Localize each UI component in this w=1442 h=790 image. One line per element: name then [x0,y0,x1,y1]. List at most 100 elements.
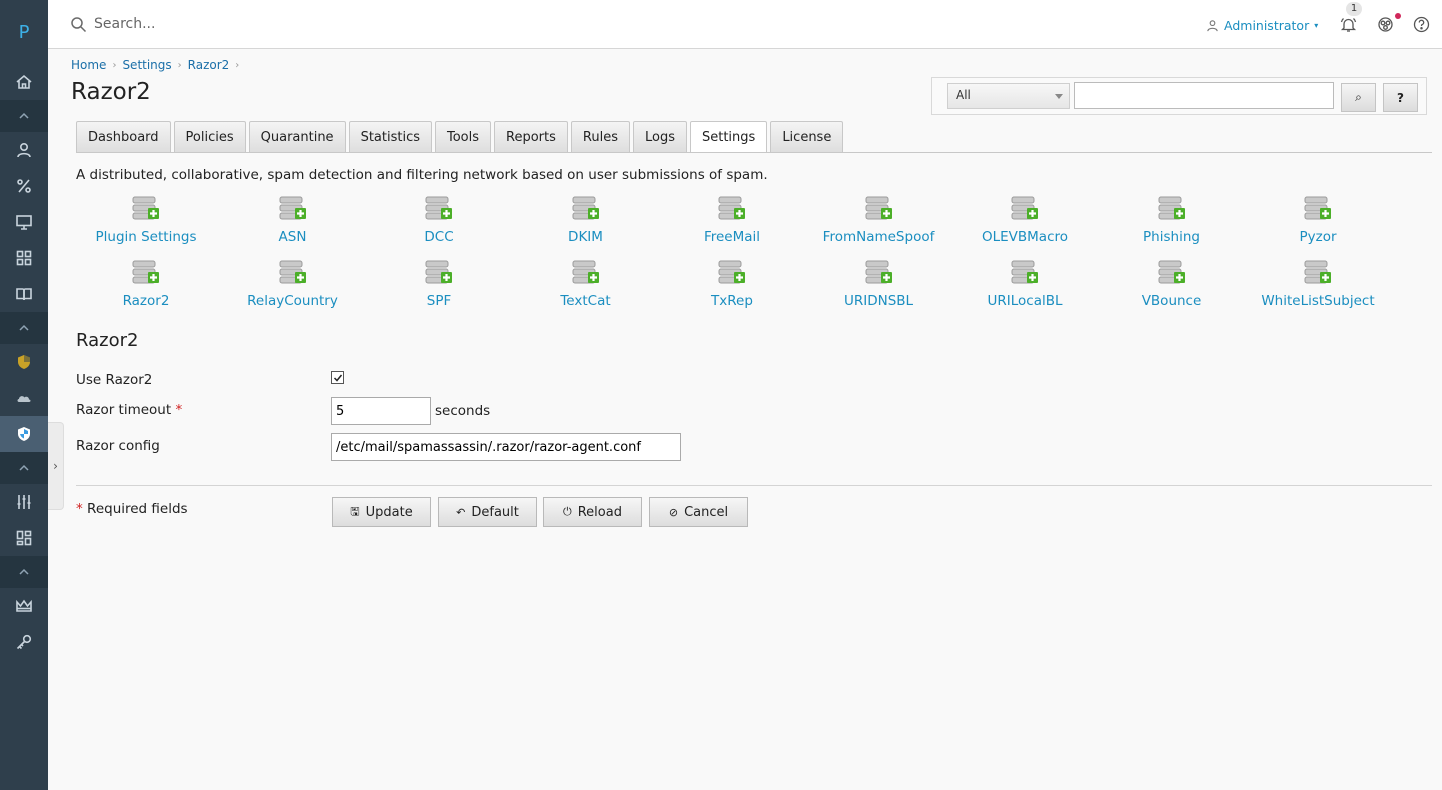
plugin-link-urilocalbl[interactable]: URILocalBL [955,259,1095,315]
tab-statistics[interactable]: Statistics [348,121,432,152]
tab-reports[interactable]: Reports [494,121,568,152]
tab-quarantine[interactable]: Quarantine [248,121,346,152]
default-button[interactable]: ↶ Default [438,497,537,527]
plugin-link-fromnamespoof[interactable]: FromNameSpoof [809,195,949,251]
tab-settings[interactable]: Settings [689,121,768,153]
save-icon: 🖫 [350,504,360,518]
tab-dashboard[interactable]: Dashboard [76,121,171,152]
plugin-stack-icon [718,195,746,227]
plugin-link-freemail[interactable]: FreeMail [662,195,802,251]
extensions-icon[interactable] [1375,14,1395,34]
collapse-group-icon[interactable] [0,312,48,344]
plugin-link-olevbmacro[interactable]: OLEVBMacro [955,195,1095,251]
breadcrumb-separator-icon: › [235,59,240,71]
plugin-link-dkim[interactable]: DKIM [516,195,656,251]
filter-help-button[interactable]: ? [1383,83,1418,112]
plugin-link-vbounce[interactable]: VBounce [1102,259,1242,315]
notifications-bell-icon[interactable] [1338,14,1358,34]
reload-button[interactable]: ⏻ Reload [543,497,642,527]
undo-icon: ↶ [456,505,466,519]
plugin-link-txrep[interactable]: TxRep [662,259,802,315]
cloud-icon[interactable] [0,380,48,416]
home-icon[interactable] [0,64,48,100]
shield-icon[interactable] [0,344,48,380]
app-logo[interactable]: P [0,14,48,50]
plugin-label: RelayCountry [247,293,338,309]
percent-icon[interactable] [0,168,48,204]
plugin-link-phishing[interactable]: Phishing [1102,195,1242,251]
plugin-link-pyzor[interactable]: Pyzor [1248,195,1388,251]
plugin-stack-icon [1011,259,1039,291]
plugin-stack-icon [1158,195,1186,227]
collapse-group-icon[interactable] [0,100,48,132]
plugin-link-relaycountry[interactable]: RelayCountry [223,259,363,315]
update-button-label: Update [365,504,413,520]
apps-grid-icon[interactable] [0,240,48,276]
plugin-label: FromNameSpoof [822,229,935,245]
plugin-link-razor2[interactable]: Razor2 [76,259,216,315]
razor-timeout-label: Razor timeout * [76,402,182,418]
plugin-label: TextCat [560,293,611,309]
collapse-group-icon[interactable] [0,452,48,484]
sliders-icon[interactable] [0,484,48,520]
form-divider [76,485,1432,486]
plugin-link-whitelistsubject[interactable]: WhiteListSubject [1248,259,1388,315]
dashboard-layout-icon[interactable] [0,520,48,556]
section-title: Razor2 [76,330,139,351]
security-shield-icon[interactable] [0,416,48,452]
status-dot [1395,13,1401,19]
plugin-stack-icon [1158,259,1186,291]
notification-count-badge: 1 [1346,2,1362,16]
filter-search-input[interactable] [1074,82,1334,109]
timeout-unit-label: seconds [435,403,491,419]
plugin-label: Pyzor [1299,229,1337,245]
user-icon[interactable] [0,132,48,168]
plugin-label: Plugin Settings [95,229,197,245]
checkmark-icon [333,374,342,382]
filter-search-button[interactable]: ⌕ [1341,83,1376,112]
global-search-input[interactable] [94,12,494,36]
use-razor2-label: Use Razor2 [76,372,153,388]
plugin-link-spf[interactable]: SPF [369,259,509,315]
update-button[interactable]: 🖫 Update [332,497,431,527]
plugin-link-asn[interactable]: ASN [223,195,363,251]
plugin-label: FreeMail [703,229,761,245]
required-fields-text: Required fields [87,501,188,517]
tab-logs[interactable]: Logs [632,121,687,152]
plugin-link-uridnsbl[interactable]: URIDNSBL [809,259,949,315]
reload-button-label: Reload [577,504,622,520]
tab-policies[interactable]: Policies [173,121,246,152]
use-razor2-checkbox[interactable] [331,371,344,384]
help-icon[interactable] [1411,14,1431,34]
book-icon[interactable] [0,276,48,312]
razor-timeout-label-text: Razor timeout [76,402,172,418]
plugin-stack-icon [865,259,893,291]
default-button-label: Default [471,504,519,520]
tab-rules[interactable]: Rules [570,121,630,152]
plugin-label: Razor2 [122,293,170,309]
tab-license[interactable]: License [770,121,844,152]
tab-tools[interactable]: Tools [435,121,492,152]
plugin-stack-icon [425,259,453,291]
dropdown-arrow-icon [1055,94,1063,99]
monitor-icon[interactable] [0,204,48,240]
tab-divider [76,152,1432,153]
user-menu[interactable]: Administrator ▾ [1206,15,1318,35]
collapse-group-icon[interactable] [0,556,48,588]
breadcrumb-settings[interactable]: Settings [122,58,171,72]
filter-select[interactable]: All [947,83,1070,109]
cancel-button[interactable]: ⊘ Cancel [649,497,748,527]
breadcrumb-home[interactable]: Home [71,58,106,72]
plugin-link-plugin-settings[interactable]: Plugin Settings [76,195,216,251]
crown-icon[interactable] [0,588,48,624]
plugin-link-textcat[interactable]: TextCat [516,259,656,315]
required-asterisk: * [76,501,83,517]
breadcrumb-razor2[interactable]: Razor2 [188,58,230,72]
plugin-label: URILocalBL [987,293,1063,309]
plugin-link-dcc[interactable]: DCC [369,195,509,251]
breadcrumb: Home › Settings › Razor2 › [71,58,245,72]
razor-timeout-input[interactable] [331,397,431,425]
key-icon[interactable] [0,624,48,660]
razor-config-input[interactable] [331,433,681,461]
main-content: Home › Settings › Razor2 › Razor2 All ⌕ … [48,49,1442,790]
